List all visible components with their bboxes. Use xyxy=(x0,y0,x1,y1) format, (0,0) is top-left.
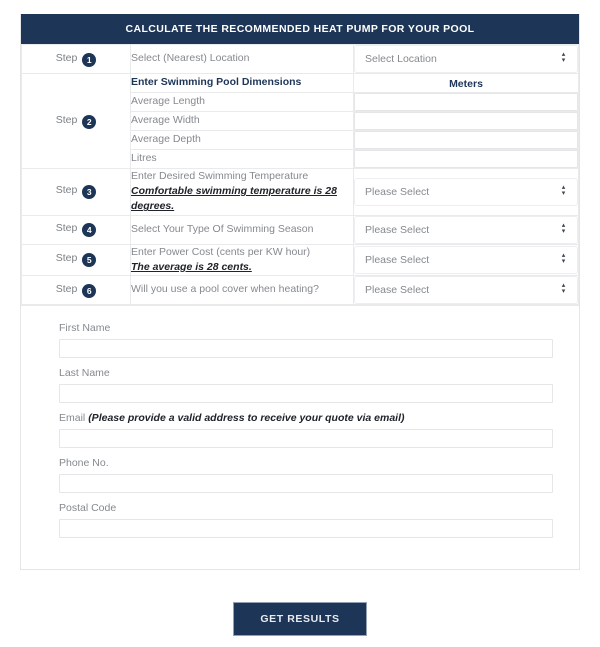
chevron-down-icon: ▾ xyxy=(561,227,566,235)
first-name-field[interactable] xyxy=(59,339,553,359)
location-select-value: Select Location xyxy=(365,53,437,65)
field-group-postal-code: Postal Code xyxy=(59,502,553,539)
step-field-6: Please Select ▴ ▾ xyxy=(353,275,579,306)
table-row: Step 4 Select Your Type Of Swimming Seaso… xyxy=(21,214,579,245)
pool-cover-select-value: Please Select xyxy=(365,284,430,297)
litres-input[interactable] xyxy=(354,150,578,168)
step-word-2: Step xyxy=(55,113,78,126)
field-group-last-name: Last Name xyxy=(59,367,553,404)
temperature-select-value: Please Select xyxy=(365,185,430,198)
step-cell-6: Step 6 xyxy=(21,275,131,306)
dimension-field-litres-cell xyxy=(353,149,579,169)
phone-label: Phone No. xyxy=(59,457,109,470)
step-field-4: Please Select ▴ ▾ xyxy=(353,214,579,245)
chevron-down-icon: ▾ xyxy=(561,189,566,197)
steps-table: Step 1 Select (Nearest) Location Select L… xyxy=(21,44,579,306)
email-label-text: Email xyxy=(59,412,86,425)
step-label-1: Select (Nearest) Location xyxy=(130,44,354,74)
step-label-2: Enter Swimming Pool Dimensions xyxy=(130,73,354,93)
dimension-label-depth: Average Depth xyxy=(130,130,354,150)
dimensions-title: Enter Swimming Pool Dimensions xyxy=(131,76,302,89)
chevron-down-icon: ▾ xyxy=(561,288,566,296)
page-root: CALCULATE THE RECOMMENDED HEAT PUMP FOR … xyxy=(0,0,600,647)
dimension-label-width: Average Width xyxy=(130,111,354,131)
last-name-field[interactable] xyxy=(59,384,553,404)
step-cell-2: Step 2 xyxy=(21,73,131,169)
pool-cover-select[interactable]: Please Select ▴ ▾ xyxy=(354,276,578,305)
step-cell-3: Step 3 xyxy=(21,168,131,216)
sort-arrows-icon: ▴ ▾ xyxy=(559,252,568,267)
average-depth-input[interactable] xyxy=(354,131,578,149)
temperature-select[interactable]: Please Select ▴ ▾ xyxy=(354,177,578,206)
step-badge-3: 3 xyxy=(82,185,97,200)
step-field-3: Please Select ▴ ▾ xyxy=(353,168,579,216)
step-word-3: Step xyxy=(55,184,78,197)
chevron-down-icon: ▾ xyxy=(561,257,566,265)
table-row: Step 1 Select (Nearest) Location Select L… xyxy=(21,44,579,74)
average-length-input[interactable] xyxy=(354,93,578,111)
sort-arrows-icon: ▴ ▾ xyxy=(559,51,568,66)
calculator-container: CALCULATE THE RECOMMENDED HEAT PUMP FOR … xyxy=(20,14,580,571)
step-field-5: Please Select ▴ ▾ xyxy=(353,243,579,277)
step-badge-5: 5 xyxy=(82,253,97,268)
submit-area: GET RESULTS xyxy=(0,602,600,636)
first-name-label: First Name xyxy=(59,322,111,335)
step-word-1: Step xyxy=(55,51,78,64)
step-word-6: Step xyxy=(55,282,78,295)
last-name-label: Last Name xyxy=(59,367,110,380)
step-word-4: Step xyxy=(55,222,78,235)
step-label-4: Select Your Type Of Swimming Season xyxy=(130,214,354,245)
units-header-cell: Meters xyxy=(353,73,579,93)
email-label-hint: (Please provide a valid address to recei… xyxy=(88,412,405,425)
step-label-5: Enter Power Cost (cents per KW hour) xyxy=(131,245,311,258)
step-badge-2: 2 xyxy=(82,114,97,129)
dimension-field-depth-cell xyxy=(353,130,579,150)
sort-arrows-icon: ▴ ▾ xyxy=(559,282,568,297)
field-group-phone: Phone No. xyxy=(59,457,553,494)
location-select[interactable]: Select Location ▴ ▾ xyxy=(354,45,578,73)
season-select-value: Please Select xyxy=(365,223,430,236)
phone-field[interactable] xyxy=(59,474,553,494)
power-cost-select-value: Please Select xyxy=(365,253,430,266)
postal-code-field[interactable] xyxy=(59,519,553,539)
get-results-button[interactable]: GET RESULTS xyxy=(233,602,367,636)
step-label-3: Enter Desired Swimming Temperature xyxy=(131,170,309,182)
contact-form: First Name Last Name Email (Please provi… xyxy=(21,305,579,569)
step-note-5: The average is 28 cents. xyxy=(131,260,252,273)
step-label-5-cell: Enter Power Cost (cents per KW hour) The… xyxy=(130,243,354,277)
step-label-3-cell: Enter Desired Swimming Temperature Comfo… xyxy=(130,168,354,216)
step-field-1: Select Location ▴ ▾ xyxy=(353,44,579,74)
dimension-field-length-cell xyxy=(353,92,579,112)
season-select[interactable]: Please Select ▴ ▾ xyxy=(354,215,578,244)
dimension-label-litres: Litres xyxy=(130,149,354,169)
step-badge-1: 1 xyxy=(82,52,97,67)
table-row: Step 6 Will you use a pool cover when hea… xyxy=(21,275,579,306)
sort-arrows-icon: ▴ ▾ xyxy=(559,184,568,199)
step-cell-5: Step 5 xyxy=(21,243,131,277)
dimension-field-width-cell xyxy=(353,111,579,131)
step-cell-1: Step 1 xyxy=(21,44,131,74)
step-label-6: Will you use a pool cover when heating? xyxy=(130,275,354,306)
step-note-3: Comfortable swimming temperature is 28 d… xyxy=(131,185,337,213)
step-cell-4: Step 4 xyxy=(21,214,131,245)
dimension-label-length: Average Length xyxy=(130,92,354,112)
field-group-first-name: First Name xyxy=(59,322,553,359)
table-row: Step 2 Enter Swimming Pool Dimensions Met… xyxy=(21,73,579,169)
units-header: Meters xyxy=(449,78,483,90)
table-row: Step 5 Enter Power Cost (cents per KW hou… xyxy=(21,243,579,277)
table-row: Step 3 Enter Desired Swimming Temperature… xyxy=(21,168,579,216)
step-badge-6: 6 xyxy=(82,283,97,298)
sort-arrows-icon: ▴ ▾ xyxy=(559,222,568,237)
postal-code-label: Postal Code xyxy=(59,502,117,515)
email-field[interactable] xyxy=(59,429,553,449)
email-label: Email (Please provide a valid address to… xyxy=(59,412,553,424)
page-title: CALCULATE THE RECOMMENDED HEAT PUMP FOR … xyxy=(21,14,579,44)
chevron-down-icon: ▾ xyxy=(561,57,566,64)
average-width-input[interactable] xyxy=(354,112,578,130)
power-cost-select[interactable]: Please Select ▴ ▾ xyxy=(354,245,578,274)
field-group-email: Email (Please provide a valid address to… xyxy=(59,412,553,449)
step-badge-4: 4 xyxy=(82,223,97,238)
step-word-5: Step xyxy=(55,252,78,265)
